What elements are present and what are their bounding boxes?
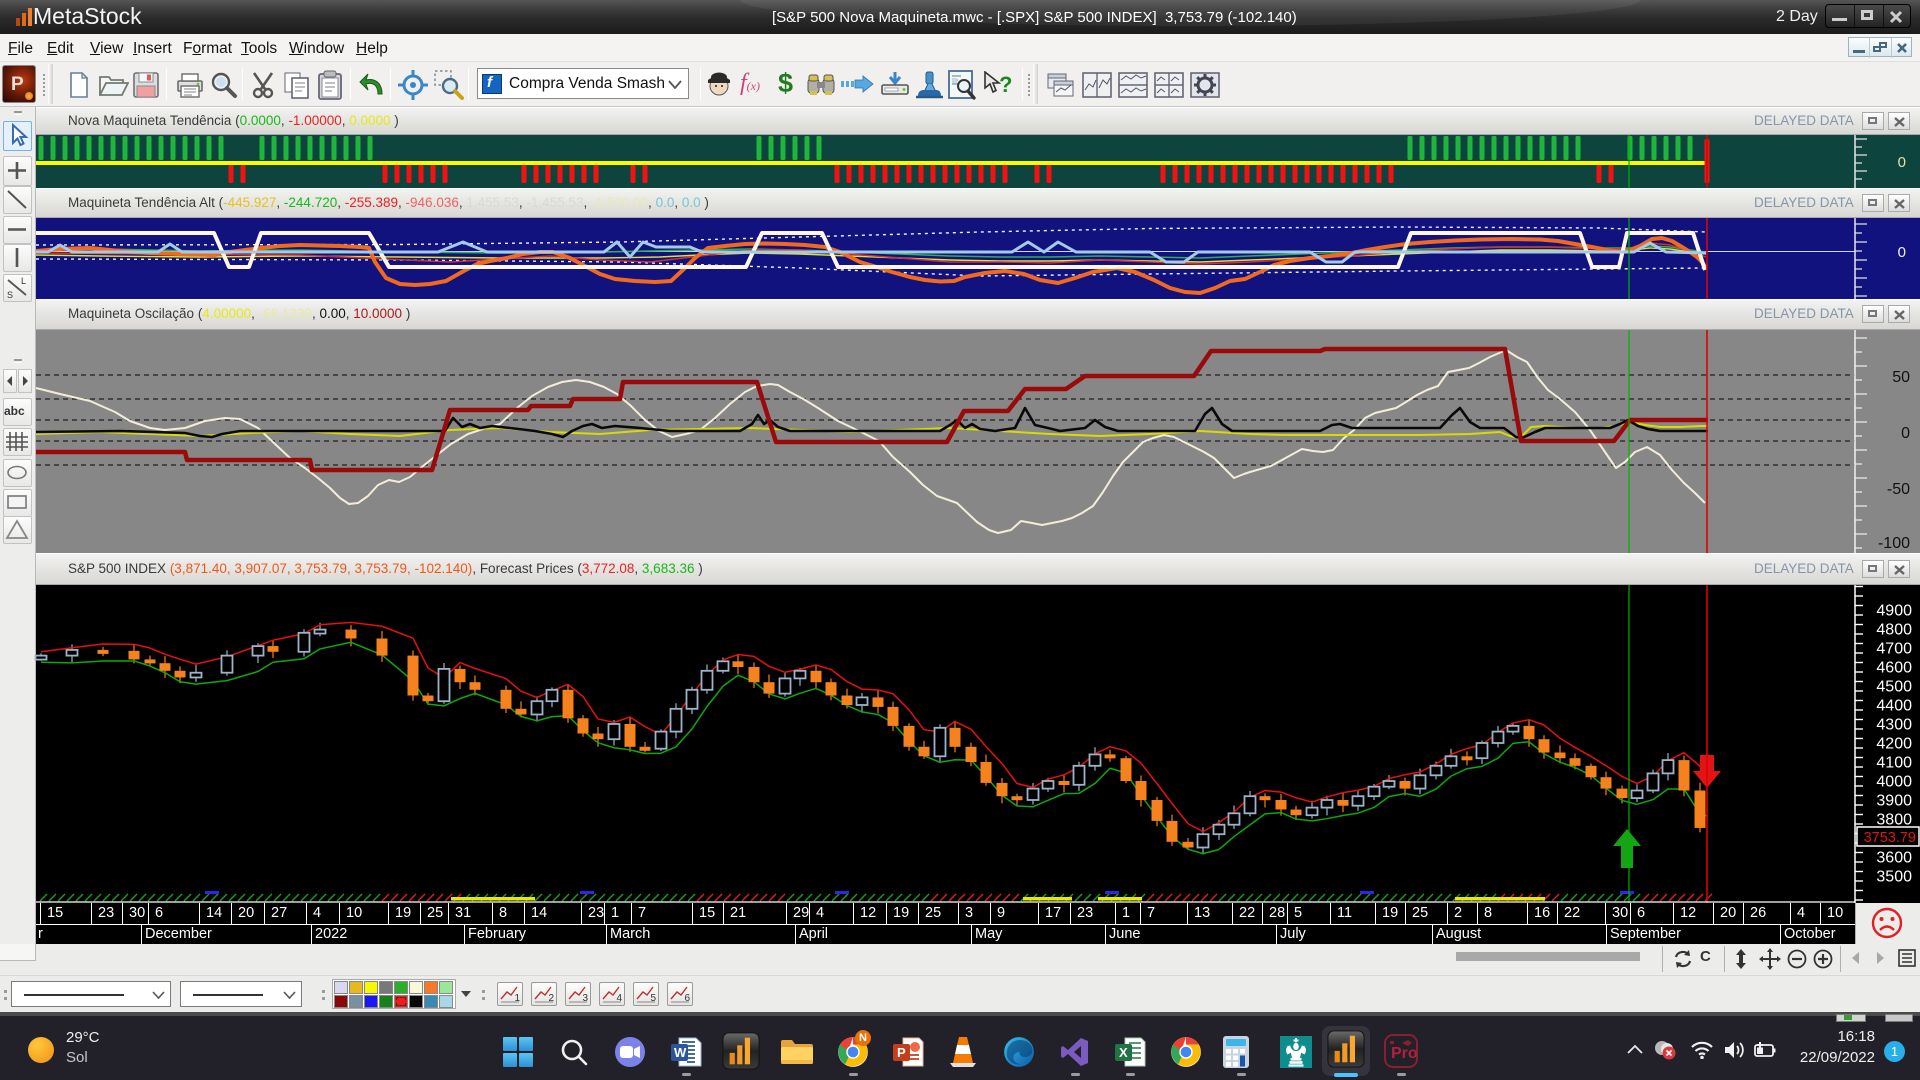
svg-text:3500: 3500 [1876,869,1912,886]
svg-text:4200: 4200 [1876,736,1912,753]
svg-text:0: 0 [1901,425,1910,442]
svg-text:4500: 4500 [1876,679,1912,696]
svg-text:4900: 4900 [1876,603,1912,620]
svg-text:-100: -100 [1878,535,1910,552]
svg-text:4700: 4700 [1876,641,1912,658]
svg-text:P: P [897,1045,906,1060]
svg-text:50: 50 [1892,369,1910,386]
svg-text:3600: 3600 [1876,850,1912,867]
svg-text:?: ? [999,72,1012,97]
svg-text:4600: 4600 [1876,660,1912,677]
svg-text:4800: 4800 [1876,622,1912,639]
svg-text:4000: 4000 [1876,774,1912,791]
svg-text:4100: 4100 [1876,755,1912,772]
svg-text:0: 0 [1898,154,1906,171]
svg-text:4400: 4400 [1876,698,1912,715]
svg-text:3753.79: 3753.79 [1864,830,1916,846]
svg-text:3900: 3900 [1876,793,1912,810]
svg-text:3800: 3800 [1876,812,1912,829]
svg-text:-50: -50 [1887,481,1910,498]
svg-text:W: W [674,1045,687,1060]
svg-text:4300: 4300 [1876,717,1912,734]
svg-text:X: X [1119,1045,1128,1060]
svg-text:0: 0 [1898,244,1906,261]
